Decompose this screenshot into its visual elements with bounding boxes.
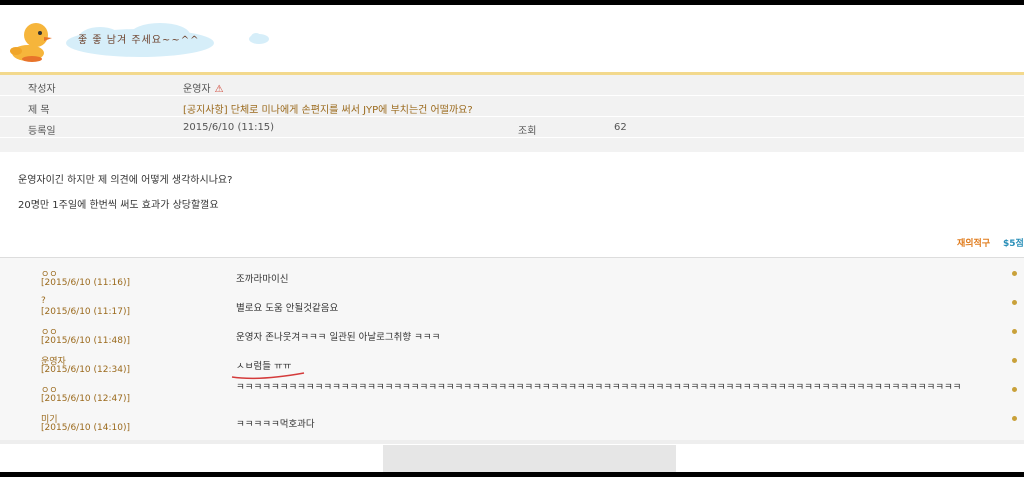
info-footer xyxy=(0,138,1024,152)
comment-text: 조까라마이신 xyxy=(236,274,289,285)
comment-list: ㅇㅇ [2015/6/10 (11:16)] 조까라마이신 ? [2015/6/… xyxy=(0,258,1024,440)
date-row: 등록일 2015/6/10 (11:15) 조회 62 xyxy=(0,117,1024,137)
comment-text: ㅅㅂ럼들 ㅠㅠ xyxy=(236,361,292,372)
comment-date: [2015/6/10 (14:10)] xyxy=(41,423,130,433)
comment-date: [2015/6/10 (12:34)] xyxy=(41,365,130,375)
date-label: 등록일 xyxy=(28,126,56,137)
author-row: 작성자 운영자 ⚠ xyxy=(0,75,1024,95)
author-value[interactable]: 운영자 ⚠ xyxy=(183,80,224,95)
comment-bullet-icon xyxy=(1012,358,1017,363)
comment-bullet-icon xyxy=(1012,329,1017,334)
post-title: [공지사항] 단체로 미나에게 손편지를 써서 JYP에 부치는건 어떨까요? xyxy=(183,105,473,116)
comment-date: [2015/6/10 (11:17)] xyxy=(41,307,130,317)
comment-text: 별로요 도움 안될것같음요 xyxy=(236,303,339,314)
small-cloud-icon xyxy=(249,33,269,44)
comment-bullet-icon xyxy=(1012,416,1017,421)
report-button[interactable]: 재의적구 xyxy=(957,236,990,249)
comment-text: 운영자 존나웃겨ㅋㅋㅋ 일관된 아날로그취향 ㅋㅋㅋ xyxy=(236,332,441,343)
title-label: 제 목 xyxy=(28,105,50,116)
post-body-line: 운영자이긴 하지만 제 의견에 어떻게 생각하시나요? xyxy=(18,175,233,186)
rating-button[interactable]: $5점 xyxy=(1003,236,1024,249)
board-banner: 좋 좋 남겨 주세요~~^^ xyxy=(0,5,1024,71)
comment-bullet-icon xyxy=(1012,271,1017,276)
author-label: 작성자 xyxy=(28,84,56,95)
comment-author: ? xyxy=(41,296,46,306)
post-date: 2015/6/10 (11:15) xyxy=(183,122,275,133)
red-underline-mark xyxy=(231,372,305,380)
comments-footer xyxy=(0,440,1024,444)
comment-text: ㅋㅋㅋㅋㅋㅋㅋㅋㅋㅋㅋㅋㅋㅋㅋㅋㅋㅋㅋㅋㅋㅋㅋㅋㅋㅋㅋㅋㅋㅋㅋㅋㅋㅋㅋㅋㅋㅋㅋㅋ… xyxy=(236,382,962,393)
comment-date: [2015/6/10 (11:48)] xyxy=(41,336,130,346)
comment-bullet-icon xyxy=(1012,387,1017,392)
comment-input-box[interactable] xyxy=(383,445,676,472)
comment-text: ㅋㅋㅋㅋㅋ먹호과다 xyxy=(236,419,315,430)
comment-date: [2015/6/10 (12:47)] xyxy=(41,394,130,404)
comment-bullet-icon xyxy=(1012,300,1017,305)
page: 좋 좋 남겨 주세요~~^^ 작성자 운영자 ⚠ 제 목 [공지사항] 단체로 미… xyxy=(0,5,1024,472)
views-label: 조회 xyxy=(518,126,537,137)
banner-text: 좋 좋 남겨 주세요~~^^ xyxy=(78,35,200,46)
title-row: 제 목 [공지사항] 단체로 미나에게 손편지를 써서 JYP에 부치는건 어떨… xyxy=(0,96,1024,116)
duck-mascot-icon xyxy=(10,23,52,62)
comment-date: [2015/6/10 (11:16)] xyxy=(41,278,130,288)
warning-icon: ⚠ xyxy=(214,84,224,95)
views-count: 62 xyxy=(614,122,627,133)
author-name[interactable]: 운영자 xyxy=(183,84,211,95)
post-body-line: 20명만 1주일에 한번씩 써도 효과가 상당할껄요 xyxy=(18,200,219,211)
